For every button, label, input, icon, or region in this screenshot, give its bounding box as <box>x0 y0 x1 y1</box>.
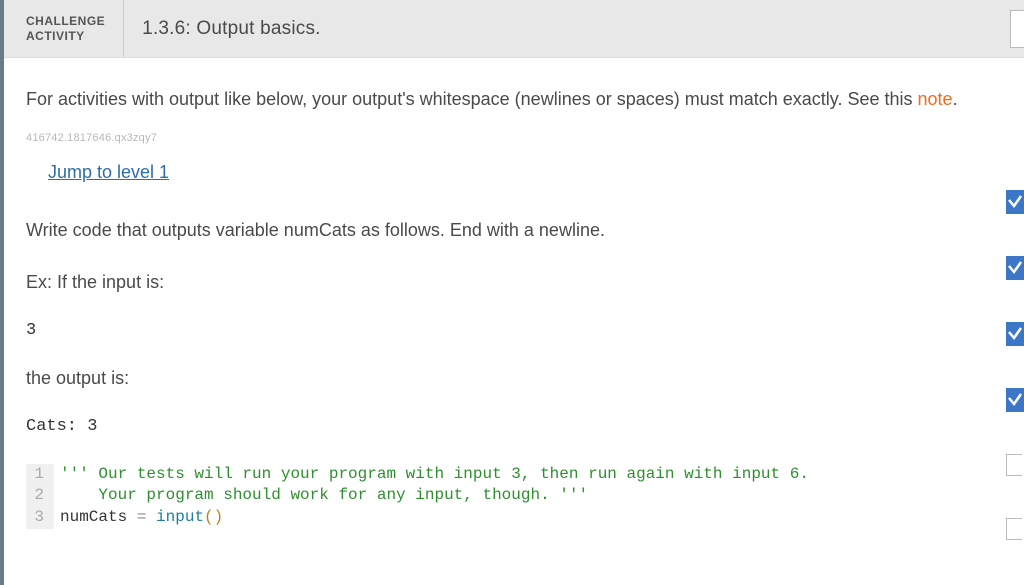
marker-box-icon[interactable] <box>1006 518 1022 540</box>
code-line[interactable]: 3numCats = input() <box>26 507 1002 529</box>
trace-id: 416742.1817646.qx3zqy7 <box>26 132 1002 144</box>
marker-icon[interactable] <box>1006 322 1024 346</box>
line-number: 2 <box>26 485 54 507</box>
activity-title: 1.3.6: Output basics. <box>124 18 320 40</box>
intro-before: For activities with output like below, y… <box>26 89 918 109</box>
line-number: 1 <box>26 464 54 486</box>
code-text[interactable]: ''' Our tests will run your program with… <box>54 464 809 486</box>
jump-to-level-link[interactable]: Jump to level 1 <box>26 162 169 183</box>
activity-header: CHALLENGE ACTIVITY 1.3.6: Output basics. <box>4 0 1024 58</box>
marker-icon[interactable] <box>1006 190 1024 214</box>
intro-after: . <box>953 89 958 109</box>
line-number: 3 <box>26 507 54 529</box>
side-markers <box>1006 190 1024 540</box>
code-text[interactable]: Your program should work for any input, … <box>54 485 588 507</box>
note-link[interactable]: note <box>918 89 953 109</box>
activity-badge: CHALLENGE ACTIVITY <box>4 0 124 57</box>
intro-text: For activities with output like below, y… <box>26 86 1002 114</box>
code-line[interactable]: 2 Your program should work for any input… <box>26 485 1002 507</box>
badge-line1: CHALLENGE <box>26 14 105 28</box>
marker-box-icon[interactable] <box>1006 454 1022 476</box>
code-editor[interactable]: 1''' Our tests will run your program wit… <box>26 464 1002 529</box>
example-output-label: the output is: <box>26 368 1002 389</box>
header-flag-icon[interactable] <box>1010 10 1024 48</box>
marker-icon[interactable] <box>1006 256 1024 280</box>
marker-icon[interactable] <box>1006 388 1024 412</box>
code-line[interactable]: 1''' Our tests will run your program wit… <box>26 464 1002 486</box>
prompt-text: Write code that outputs variable numCats… <box>26 217 1002 244</box>
code-text[interactable]: numCats = input() <box>54 507 223 529</box>
example-input-label: Ex: If the input is: <box>26 272 1002 293</box>
example-input-value: 3 <box>26 321 1002 340</box>
badge-line2: ACTIVITY <box>26 29 105 43</box>
example-output-value: Cats: 3 <box>26 417 1002 436</box>
